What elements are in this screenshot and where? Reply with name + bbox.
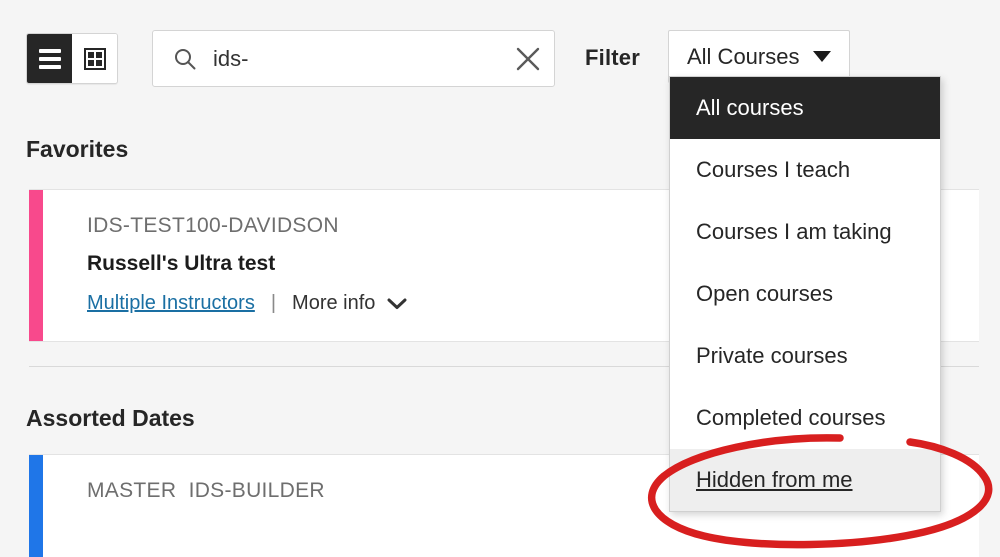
filter-option-label: Courses I am taking [696,219,892,244]
courses-page: Filter All Courses Favorites IDS-TEST100… [0,0,1000,557]
course-card-meta: Multiple Instructors | More info [87,292,407,315]
instructors-link[interactable]: Multiple Instructors [87,292,255,315]
course-id: IDS-TEST100-DAVIDSON [87,214,339,237]
filter-option-all-courses[interactable]: All courses [670,77,940,139]
course-card-body: IDS-TEST100-DAVIDSON Russell's Ultra tes… [43,190,407,341]
filter-option-label: Private courses [696,343,848,368]
filter-option-open-courses[interactable]: Open courses [670,263,940,325]
filter-option-courses-i-am-taking[interactable]: Courses I am taking [670,201,940,263]
filter-select-value: All Courses [687,43,800,69]
filter-option-label: Completed courses [696,405,886,430]
course-color-stripe [29,455,43,557]
filter-option-completed-courses[interactable]: Completed courses [670,387,940,449]
clear-search-button[interactable] [502,31,554,86]
search-input[interactable] [213,45,502,72]
filter-dropdown-menu: All courses Courses I teach Courses I am… [669,76,941,512]
filter-option-label: Open courses [696,281,833,306]
search-box [152,30,555,87]
grid-view-button[interactable] [72,34,117,83]
course-card-body: MASTER IDS-BUILDER [43,455,325,557]
filter-option-label: Courses I teach [696,157,851,182]
filter-option-label: Hidden from me [696,467,853,492]
more-info-label: More info [292,292,376,314]
filter-option-hidden-from-me[interactable]: Hidden from me [670,449,940,511]
course-title: Russell's Ultra test [87,252,276,275]
list-view-button[interactable] [27,34,72,83]
chevron-down-icon [813,51,832,62]
course-color-stripe [29,190,43,341]
list-view-icon [38,48,61,69]
search-icon [175,48,196,69]
meta-separator: | [270,292,277,314]
view-toggle-group [26,33,118,84]
filter-label: Filter [585,45,640,70]
more-info-button[interactable]: More info [292,292,407,315]
chevron-down-icon [387,298,407,309]
filter-option-private-courses[interactable]: Private courses [670,325,940,387]
filter-option-courses-i-teach[interactable]: Courses I teach [670,139,940,201]
close-icon [516,47,540,70]
course-id: MASTER IDS-BUILDER [87,479,325,502]
filter-option-label: All courses [696,95,804,120]
grid-view-icon [83,47,106,70]
